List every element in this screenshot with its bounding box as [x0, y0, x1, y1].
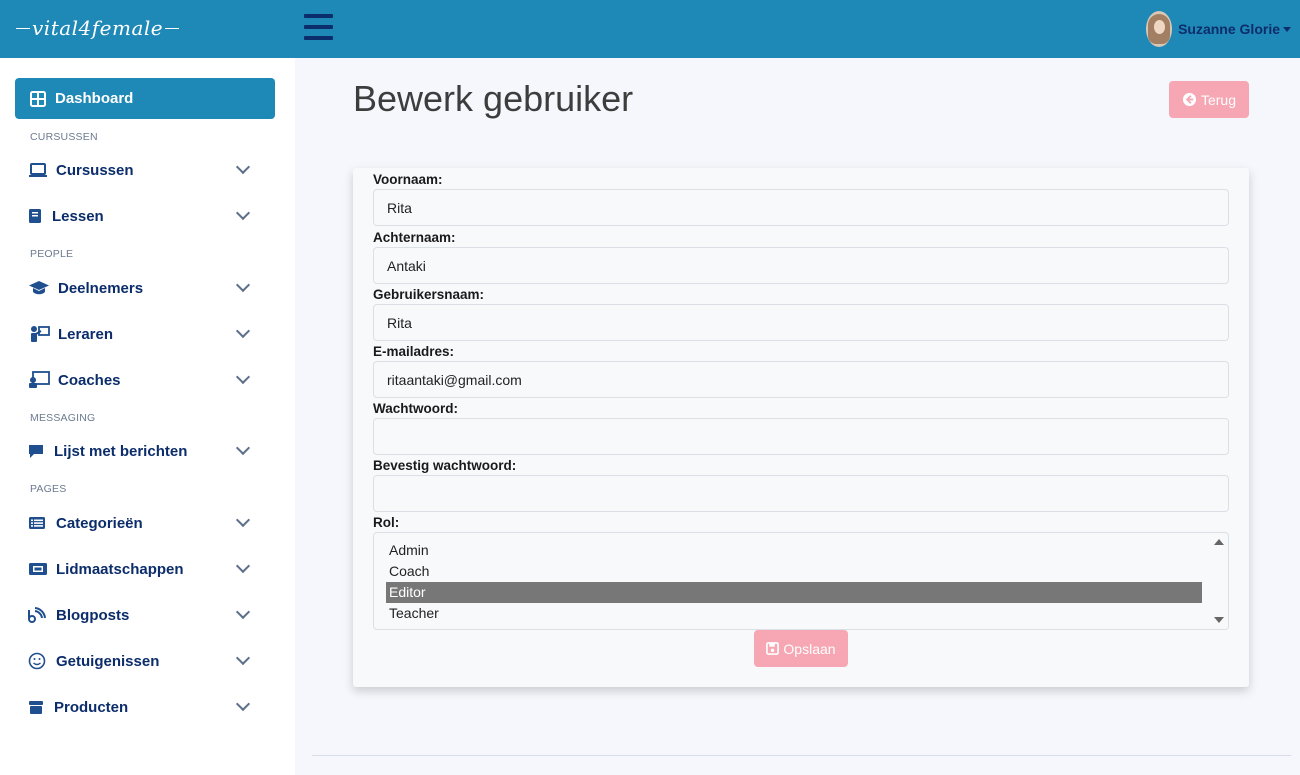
top-navbar: vital4female Suzanne Glorie [0, 0, 1300, 58]
role-option-editor[interactable]: Editor [386, 582, 1202, 603]
first-name-field[interactable] [373, 189, 1229, 226]
last-name-label: Achternaam: [373, 230, 456, 245]
user-name: Suzanne Glorie [1178, 21, 1280, 37]
section-messaging: MESSAGING [30, 412, 96, 424]
password-label: Wachtwoord: [373, 401, 458, 416]
caret-down-icon [1283, 27, 1291, 32]
section-cursussen: CURSUSSEN [30, 131, 98, 143]
email-field[interactable] [373, 361, 1229, 398]
sidebar-item-dashboard[interactable]: Dashboard [15, 78, 275, 119]
back-button-label: Terug [1200, 91, 1237, 108]
save-button[interactable]: Opslaan [754, 630, 848, 667]
scroll-up-arrow-icon[interactable] [1214, 539, 1224, 545]
role-label: Rol: [373, 515, 400, 530]
confirm-password-label: Bevestig wachtwoord: [373, 458, 517, 473]
smile-icon [28, 652, 50, 670]
page-title: Bewerk gebruiker [353, 78, 634, 119]
ticket-icon [28, 562, 50, 576]
box-icon [28, 699, 48, 715]
list-icon [28, 516, 50, 530]
sidebar-item-berichten[interactable]: Lijst met berichten [28, 436, 258, 466]
laptop-icon [28, 162, 50, 178]
last-name-field[interactable] [373, 247, 1229, 284]
edit-user-form: Voornaam: Achternaam: Gebruikersnaam: E-… [353, 168, 1249, 687]
teacher-icon [28, 325, 52, 343]
chevron-down-icon [235, 159, 251, 175]
avatar [1146, 11, 1173, 47]
role-select[interactable]: Admin Coach Editor Teacher [373, 532, 1229, 630]
password-field[interactable] [373, 418, 1229, 455]
sidebar-item-blogposts[interactable]: Blogposts [28, 600, 258, 630]
chalkboard-user-icon [28, 371, 52, 389]
email-label: E-mailadres: [373, 344, 455, 359]
sidebar-item-label: Dashboard [55, 90, 134, 107]
chevron-down-icon [235, 604, 251, 620]
scroll-down-arrow-icon[interactable] [1214, 617, 1224, 623]
chevron-down-icon [235, 323, 251, 339]
sidebar-item-lessen[interactable]: Lessen [28, 201, 258, 231]
graduation-cap-icon [28, 280, 52, 296]
confirm-password-field[interactable] [373, 475, 1229, 512]
sidebar-item-coaches[interactable]: Coaches [28, 365, 258, 395]
chevron-down-icon [235, 440, 251, 456]
chevron-down-icon [235, 650, 251, 666]
sidebar-item-leraren[interactable]: Leraren [28, 319, 258, 349]
sidebar-item-cursussen[interactable]: Cursussen [28, 155, 258, 185]
chevron-down-icon [235, 277, 251, 293]
menu-toggle-icon[interactable] [304, 14, 334, 40]
back-button[interactable]: Terug [1169, 81, 1249, 118]
chevron-down-icon [235, 369, 251, 385]
chevron-down-icon [235, 512, 251, 528]
chevron-down-icon [235, 558, 251, 574]
username-field[interactable] [373, 304, 1229, 341]
username-label: Gebruikersnaam: [373, 287, 485, 302]
user-menu[interactable]: Suzanne Glorie [1146, 11, 1291, 47]
sidebar: Dashboard CURSUSSEN Cursussen Lessen PEO… [0, 58, 295, 775]
chevron-down-icon [235, 696, 251, 712]
sidebar-item-getuigenissen[interactable]: Getuigenissen [28, 646, 258, 676]
blog-icon [28, 607, 50, 623]
first-name-label: Voornaam: [373, 172, 443, 187]
role-option-admin[interactable]: Admin [386, 540, 1202, 561]
logo[interactable]: vital4female [14, 13, 181, 43]
section-people: PEOPLE [30, 248, 74, 260]
role-option-coach[interactable]: Coach [386, 561, 1202, 582]
floppy-disk-icon [766, 642, 780, 655]
logo-text: vital4female [32, 16, 164, 40]
sidebar-item-deelnemers[interactable]: Deelnemers [28, 273, 258, 303]
footer-divider [312, 755, 1291, 756]
sidebar-item-categorieen[interactable]: Categorieën [28, 508, 258, 538]
save-button-label: Opslaan [783, 640, 836, 657]
sidebar-item-lidmaatschappen[interactable]: Lidmaatschappen [28, 554, 258, 584]
book-icon [28, 208, 46, 224]
arrow-circle-left-icon [1182, 92, 1197, 107]
role-option-teacher[interactable]: Teacher [386, 603, 1202, 624]
section-pages: PAGES [30, 483, 67, 495]
sidebar-item-producten[interactable]: Producten [28, 692, 258, 722]
message-icon [28, 443, 48, 459]
dashboard-grid-icon [30, 90, 46, 107]
chevron-down-icon [235, 205, 251, 221]
